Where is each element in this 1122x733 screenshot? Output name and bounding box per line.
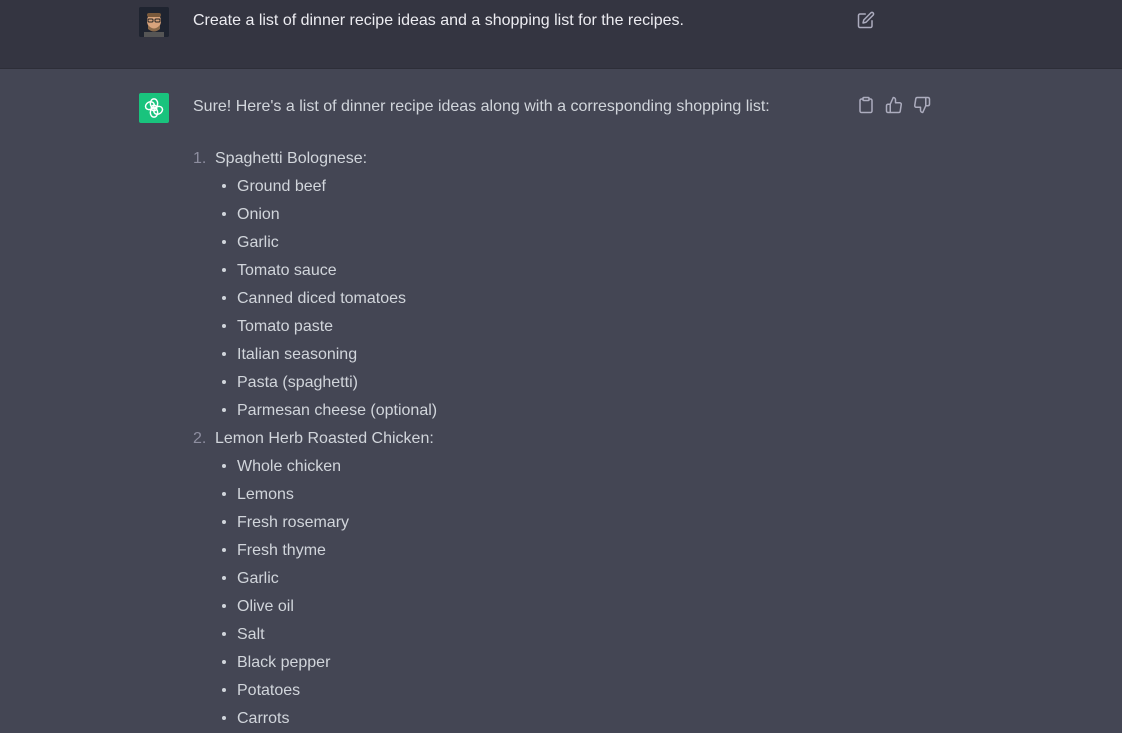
ingredient-name: Salt bbox=[237, 626, 265, 643]
ingredient-item: Salt bbox=[193, 621, 833, 649]
ingredient-item: Potatoes bbox=[193, 677, 833, 705]
bullet bbox=[222, 660, 226, 664]
bullet bbox=[222, 184, 226, 188]
user-avatar bbox=[139, 7, 169, 37]
bullet bbox=[222, 604, 226, 608]
bullet bbox=[222, 716, 226, 720]
thumbs-up-icon bbox=[885, 96, 902, 114]
ingredient-item: Fresh thyme bbox=[193, 537, 833, 565]
ingredient-name: Whole chicken bbox=[237, 458, 342, 475]
bullet bbox=[222, 632, 226, 636]
ingredient-item: Garlic bbox=[193, 229, 833, 257]
ingredient-name: Tomato sauce bbox=[237, 262, 337, 279]
recipe-item: 1. Spaghetti Bolognese: bbox=[193, 145, 833, 173]
bullet bbox=[222, 352, 226, 356]
clipboard-icon bbox=[859, 96, 873, 114]
assistant-avatar bbox=[139, 93, 169, 123]
ingredient-name: Italian seasoning bbox=[237, 346, 358, 363]
ingredient-item: Carrots bbox=[193, 705, 833, 733]
recipe-title: Spaghetti Bolognese: bbox=[215, 150, 368, 167]
bullet bbox=[222, 408, 226, 412]
ingredient-item: Black pepper bbox=[193, 649, 833, 677]
assistant-intro-text: Sure! Here's a list of dinner recipe ide… bbox=[193, 98, 770, 115]
ingredient-name: Carrots bbox=[237, 710, 290, 727]
assistant-message-row: Sure! Here's a list of dinner recipe ide… bbox=[0, 69, 1122, 728]
bullet bbox=[222, 240, 226, 244]
ingredient-name: Black pepper bbox=[237, 654, 331, 671]
ingredient-item: Garlic bbox=[193, 565, 833, 593]
ingredient-name: Garlic bbox=[237, 570, 279, 587]
bullet bbox=[222, 324, 226, 328]
ingredient-name: Potatoes bbox=[237, 682, 301, 699]
ingredient-item: Pasta (spaghetti) bbox=[193, 369, 833, 397]
ingredient-item: Italian seasoning bbox=[193, 341, 833, 369]
user-message-row: Create a list of dinner recipe ideas and… bbox=[0, 0, 1122, 69]
recipe-list: 1. Spaghetti Bolognese: Ground beef Onio… bbox=[193, 145, 833, 733]
recipe-number: 2. bbox=[193, 430, 207, 447]
ingredient-item: Olive oil bbox=[193, 593, 833, 621]
bullet bbox=[222, 212, 226, 216]
ingredient-item: Whole chicken bbox=[193, 453, 833, 481]
ingredient-name: Garlic bbox=[237, 234, 279, 251]
bullet bbox=[222, 548, 226, 552]
edit-button[interactable] bbox=[857, 11, 875, 29]
recipe-title: Lemon Herb Roasted Chicken: bbox=[215, 430, 434, 447]
edit-icon bbox=[857, 11, 875, 29]
bullet bbox=[222, 688, 226, 692]
bullet bbox=[222, 492, 226, 496]
recipe-number: 1. bbox=[193, 150, 207, 167]
ingredient-name: Pasta (spaghetti) bbox=[237, 374, 358, 391]
ingredient-item: Tomato paste bbox=[193, 313, 833, 341]
ingredient-item: Ground beef bbox=[193, 173, 833, 201]
ingredient-item: Canned diced tomatoes bbox=[193, 285, 833, 313]
copy-button[interactable] bbox=[857, 96, 875, 114]
message-actions bbox=[857, 96, 931, 114]
ingredient-item: Tomato sauce bbox=[193, 257, 833, 285]
ingredient-name: Ground beef bbox=[237, 178, 326, 195]
thumbs-up-button[interactable] bbox=[885, 96, 903, 114]
bullet bbox=[222, 520, 226, 524]
thumbs-down-button[interactable] bbox=[913, 96, 931, 114]
ingredient-item: Onion bbox=[193, 201, 833, 229]
openai-logo-icon bbox=[144, 98, 164, 118]
user-avatar-image bbox=[139, 7, 169, 37]
ingredient-name: Lemons bbox=[237, 486, 294, 503]
ingredient-name: Fresh thyme bbox=[237, 542, 326, 559]
ingredient-name: Tomato paste bbox=[237, 318, 334, 335]
bullet bbox=[222, 296, 226, 300]
user-message-text: Create a list of dinner recipe ideas and… bbox=[193, 12, 684, 29]
bullet bbox=[222, 380, 226, 384]
recipe-item: 2. Lemon Herb Roasted Chicken: bbox=[193, 425, 833, 453]
thumbs-down-icon bbox=[914, 96, 931, 114]
ingredient-name: Canned diced tomatoes bbox=[237, 290, 406, 307]
ingredient-name: Onion bbox=[237, 206, 280, 223]
ingredient-item: Fresh rosemary bbox=[193, 509, 833, 537]
bullet bbox=[222, 576, 226, 580]
ingredient-name: Olive oil bbox=[237, 598, 294, 615]
ingredient-name: Fresh rosemary bbox=[237, 514, 350, 531]
ingredient-name: Parmesan cheese (optional) bbox=[237, 402, 438, 419]
ingredient-item: Lemons bbox=[193, 481, 833, 509]
bullet bbox=[222, 464, 226, 468]
bullet bbox=[222, 268, 226, 272]
ingredient-item: Parmesan cheese (optional) bbox=[193, 397, 833, 425]
